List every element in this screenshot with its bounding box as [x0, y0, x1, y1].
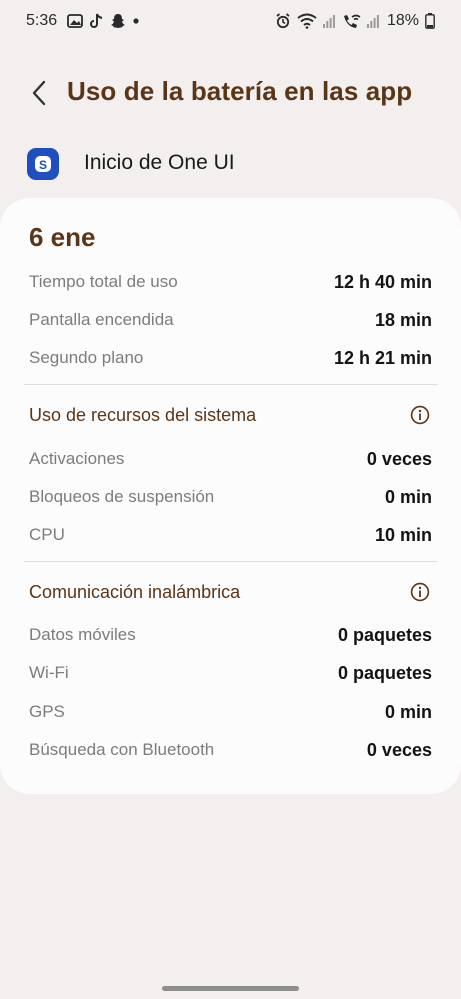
usage-card: 6 ene Tiempo total de uso 12 h 40 min Pa…: [0, 198, 461, 794]
stat-value: 0 veces: [366, 448, 432, 469]
section-title-system: Uso de recursos del sistema: [29, 404, 257, 425]
wifi-icon: [297, 13, 317, 29]
info-button-wireless[interactable]: [408, 580, 432, 604]
page-title: Uso de la batería en las app: [67, 76, 413, 106]
stat-row-screen-on: Pantalla encendida 18 min: [29, 305, 432, 335]
stat-row-cpu: CPU 10 min: [29, 520, 432, 550]
divider: [24, 561, 437, 562]
info-icon: [410, 405, 430, 425]
stat-label: CPU: [29, 525, 65, 544]
stat-row-background: Segundo plano 12 h 21 min: [29, 343, 432, 373]
stat-label: GPS: [29, 702, 65, 721]
stat-label: Búsqueda con Bluetooth: [29, 740, 215, 759]
stat-row-mobile-data: Datos móviles 0 paquetes: [29, 620, 432, 650]
stat-row-wakelocks: Bloqueos de suspensión 0 min: [29, 482, 432, 512]
tiktok-icon: [89, 13, 104, 29]
battery-icon: [425, 13, 435, 29]
back-button[interactable]: [22, 76, 56, 110]
stat-value: 18 min: [374, 309, 432, 330]
app-icon-letter: S: [39, 158, 47, 172]
image-icon: [67, 14, 84, 28]
app-header: Uso de la batería en las app: [0, 66, 461, 120]
stat-value: 0 min: [384, 701, 432, 722]
app-row: S Inicio de One UI: [0, 142, 461, 186]
signal-icon: [366, 14, 379, 28]
stat-row-wifi: Wi-Fi 0 paquetes: [29, 658, 432, 688]
status-time: 5:36: [26, 12, 58, 29]
stat-label: Segundo plano: [29, 348, 144, 367]
gesture-navigation-bar[interactable]: [162, 986, 299, 991]
info-icon: [410, 582, 430, 602]
chevron-left-icon: [32, 80, 46, 106]
stat-label: Wi-Fi: [29, 663, 69, 682]
app-name: Inicio de One UI: [84, 151, 235, 174]
stat-value: 0 paquetes: [337, 624, 432, 645]
stat-label: Activaciones: [29, 449, 125, 468]
info-button-system[interactable]: [408, 403, 432, 427]
wireless-header: Comunicación inalámbrica: [29, 577, 432, 607]
status-left: 5:36: [26, 12, 140, 30]
status-bar: 5:36 18%: [0, 0, 461, 42]
alarm-icon: [275, 13, 291, 29]
wifi-call-icon: [341, 13, 361, 29]
stat-row-total-usage: Tiempo total de uso 12 h 40 min: [29, 267, 432, 297]
stat-value: 0 min: [384, 486, 432, 507]
battery-percent: 18%: [386, 12, 419, 29]
status-right: 18%: [275, 12, 435, 30]
divider: [24, 384, 437, 385]
stat-row-wakeups: Activaciones 0 veces: [29, 444, 432, 474]
stat-label: Pantalla encendida: [29, 310, 174, 329]
one-ui-home-icon: S: [27, 148, 59, 180]
stat-label: Bloqueos de suspensión: [29, 487, 215, 506]
usage-date: 6 ene: [29, 222, 96, 252]
dot-icon: [132, 17, 140, 25]
section-title-wireless: Comunicación inalámbrica: [29, 581, 241, 602]
stat-row-gps: GPS 0 min: [29, 697, 432, 727]
stat-value: 12 h 21 min: [333, 347, 432, 368]
stat-value: 10 min: [374, 524, 432, 545]
stat-value: 0 paquetes: [337, 662, 432, 683]
snapchat-icon: [110, 13, 126, 29]
stat-row-bluetooth-scan: Búsqueda con Bluetooth 0 veces: [29, 735, 432, 765]
stat-value: 12 h 40 min: [333, 271, 432, 292]
signal-icon: [322, 14, 335, 28]
stat-value: 0 veces: [366, 739, 432, 760]
stat-label: Datos móviles: [29, 625, 136, 644]
system-resources-header: Uso de recursos del sistema: [29, 400, 432, 430]
stat-label: Tiempo total de uso: [29, 272, 178, 291]
